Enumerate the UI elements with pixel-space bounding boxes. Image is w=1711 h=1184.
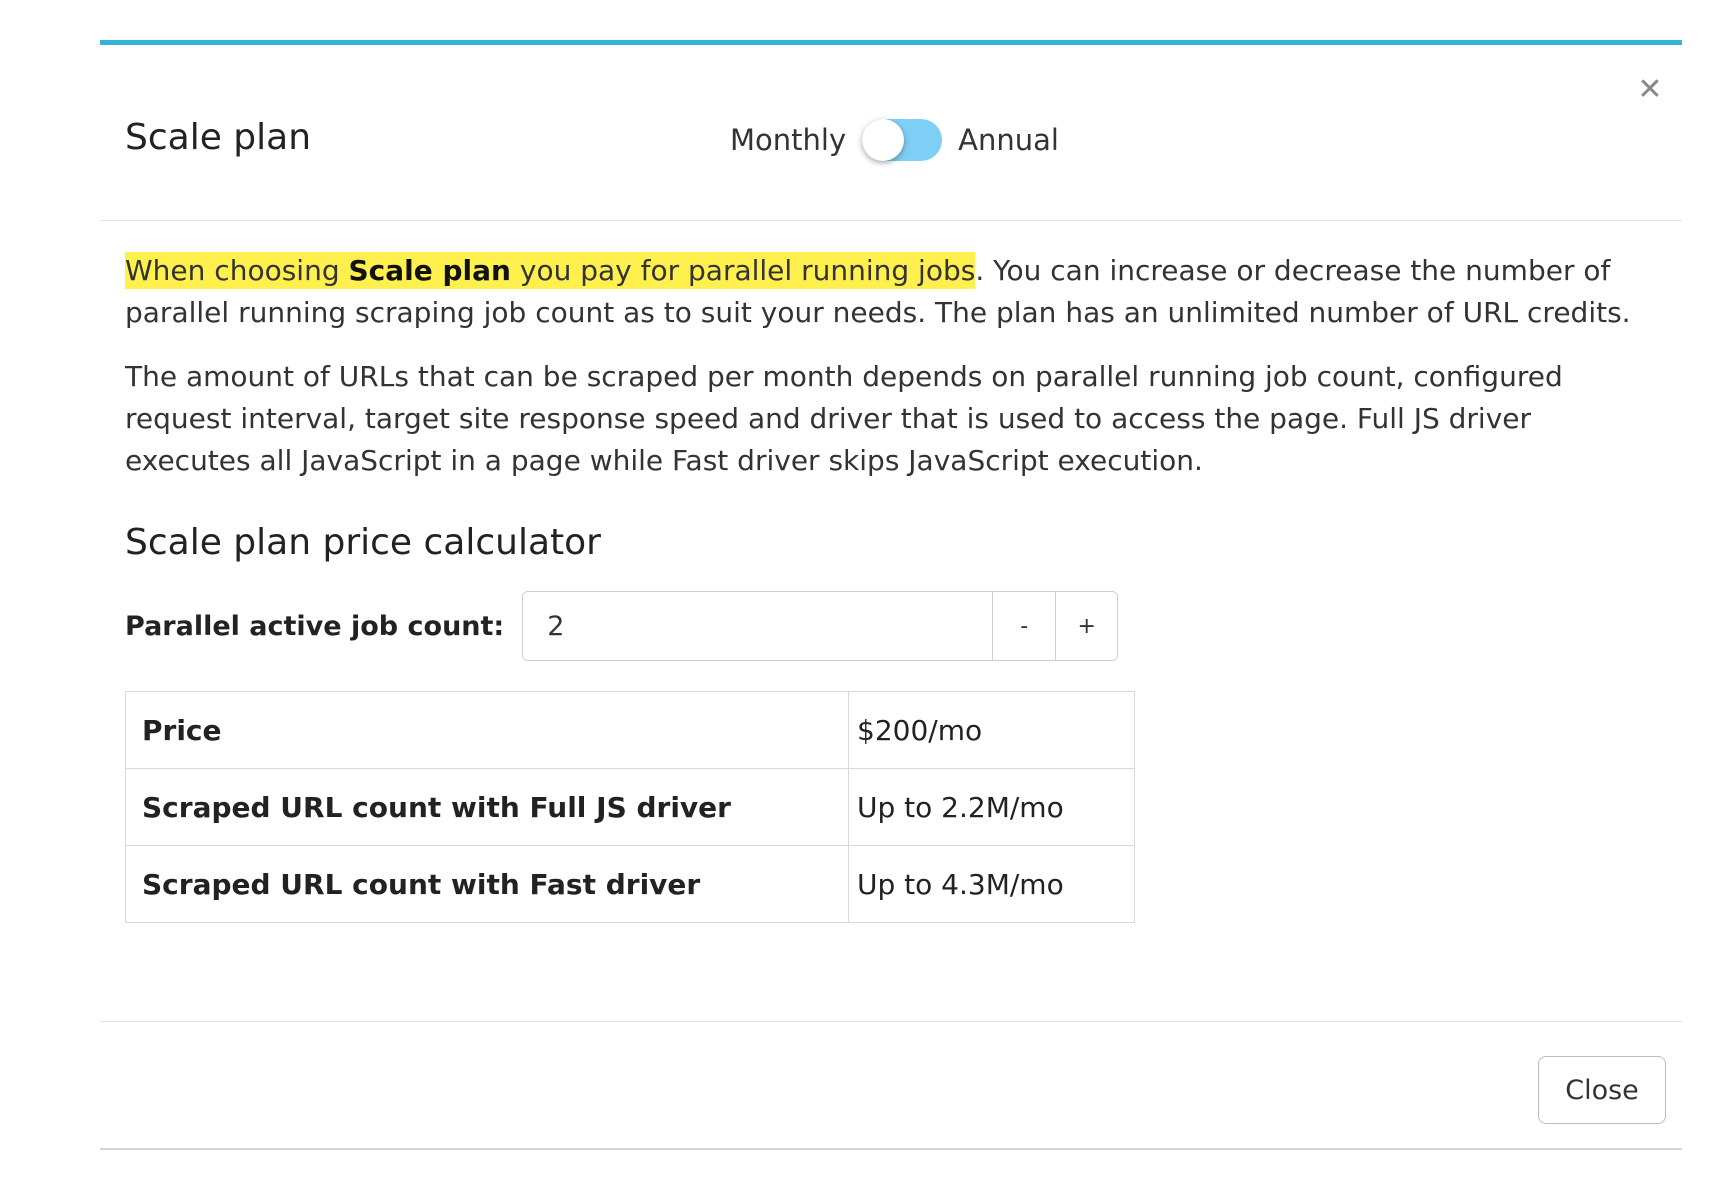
info-paragraph: The amount of URLs that can be scraped p… [125,360,1563,477]
billing-period-switch[interactable] [862,119,943,161]
highlight-post: you pay for parallel running jobs [510,254,976,287]
row-value: Up to 2.2M/mo [848,768,1135,846]
table-row: Scraped URL count with Full JS driver Up… [125,768,1135,846]
increment-button[interactable]: + [1055,592,1118,660]
toggle-label-annual[interactable]: Annual [958,123,1059,157]
modal-title: Scale plan [125,117,312,158]
close-button[interactable]: Close [1538,1056,1666,1124]
job-count-stepper: - + [522,591,1119,661]
modal-footer: Close [100,1021,1682,1152]
scale-plan-modal: ✕ Scale plan Monthly Annual When choosin… [100,40,1682,1148]
row-value: $200/mo [848,691,1135,769]
job-count-row: Parallel active job count: - + [125,591,1665,661]
price-table: Price $200/mo Scraped URL count with Ful… [125,691,1135,923]
table-row: Scraped URL count with Fast driver Up to… [125,845,1135,923]
decrement-button[interactable]: - [993,592,1056,660]
highlight-pre: When choosing [125,254,349,287]
table-row: Price $200/mo [125,691,1135,769]
toggle-label-monthly[interactable]: Monthly [730,123,846,157]
billing-period-toggle: Monthly Annual [730,119,1059,161]
row-value: Up to 4.3M/mo [848,845,1135,923]
job-count-label: Parallel active job count: [125,610,505,642]
row-label: Scraped URL count with Full JS driver [125,768,849,846]
row-label: Price [125,691,849,769]
modal-body: When choosing Scale plan you pay for par… [125,250,1665,923]
highlighted-text: When choosing Scale plan you pay for par… [125,252,976,289]
job-count-input[interactable] [523,592,994,660]
highlight-bold: Scale plan [348,254,511,287]
calculator-title: Scale plan price calculator [125,522,601,563]
modal-bottom-edge [100,1148,1682,1150]
intro-paragraph: When choosing Scale plan you pay for par… [125,250,1665,334]
row-label: Scraped URL count with Fast driver [125,845,849,923]
modal-header: Scale plan Monthly Annual [100,45,1682,221]
switch-knob [862,119,905,161]
